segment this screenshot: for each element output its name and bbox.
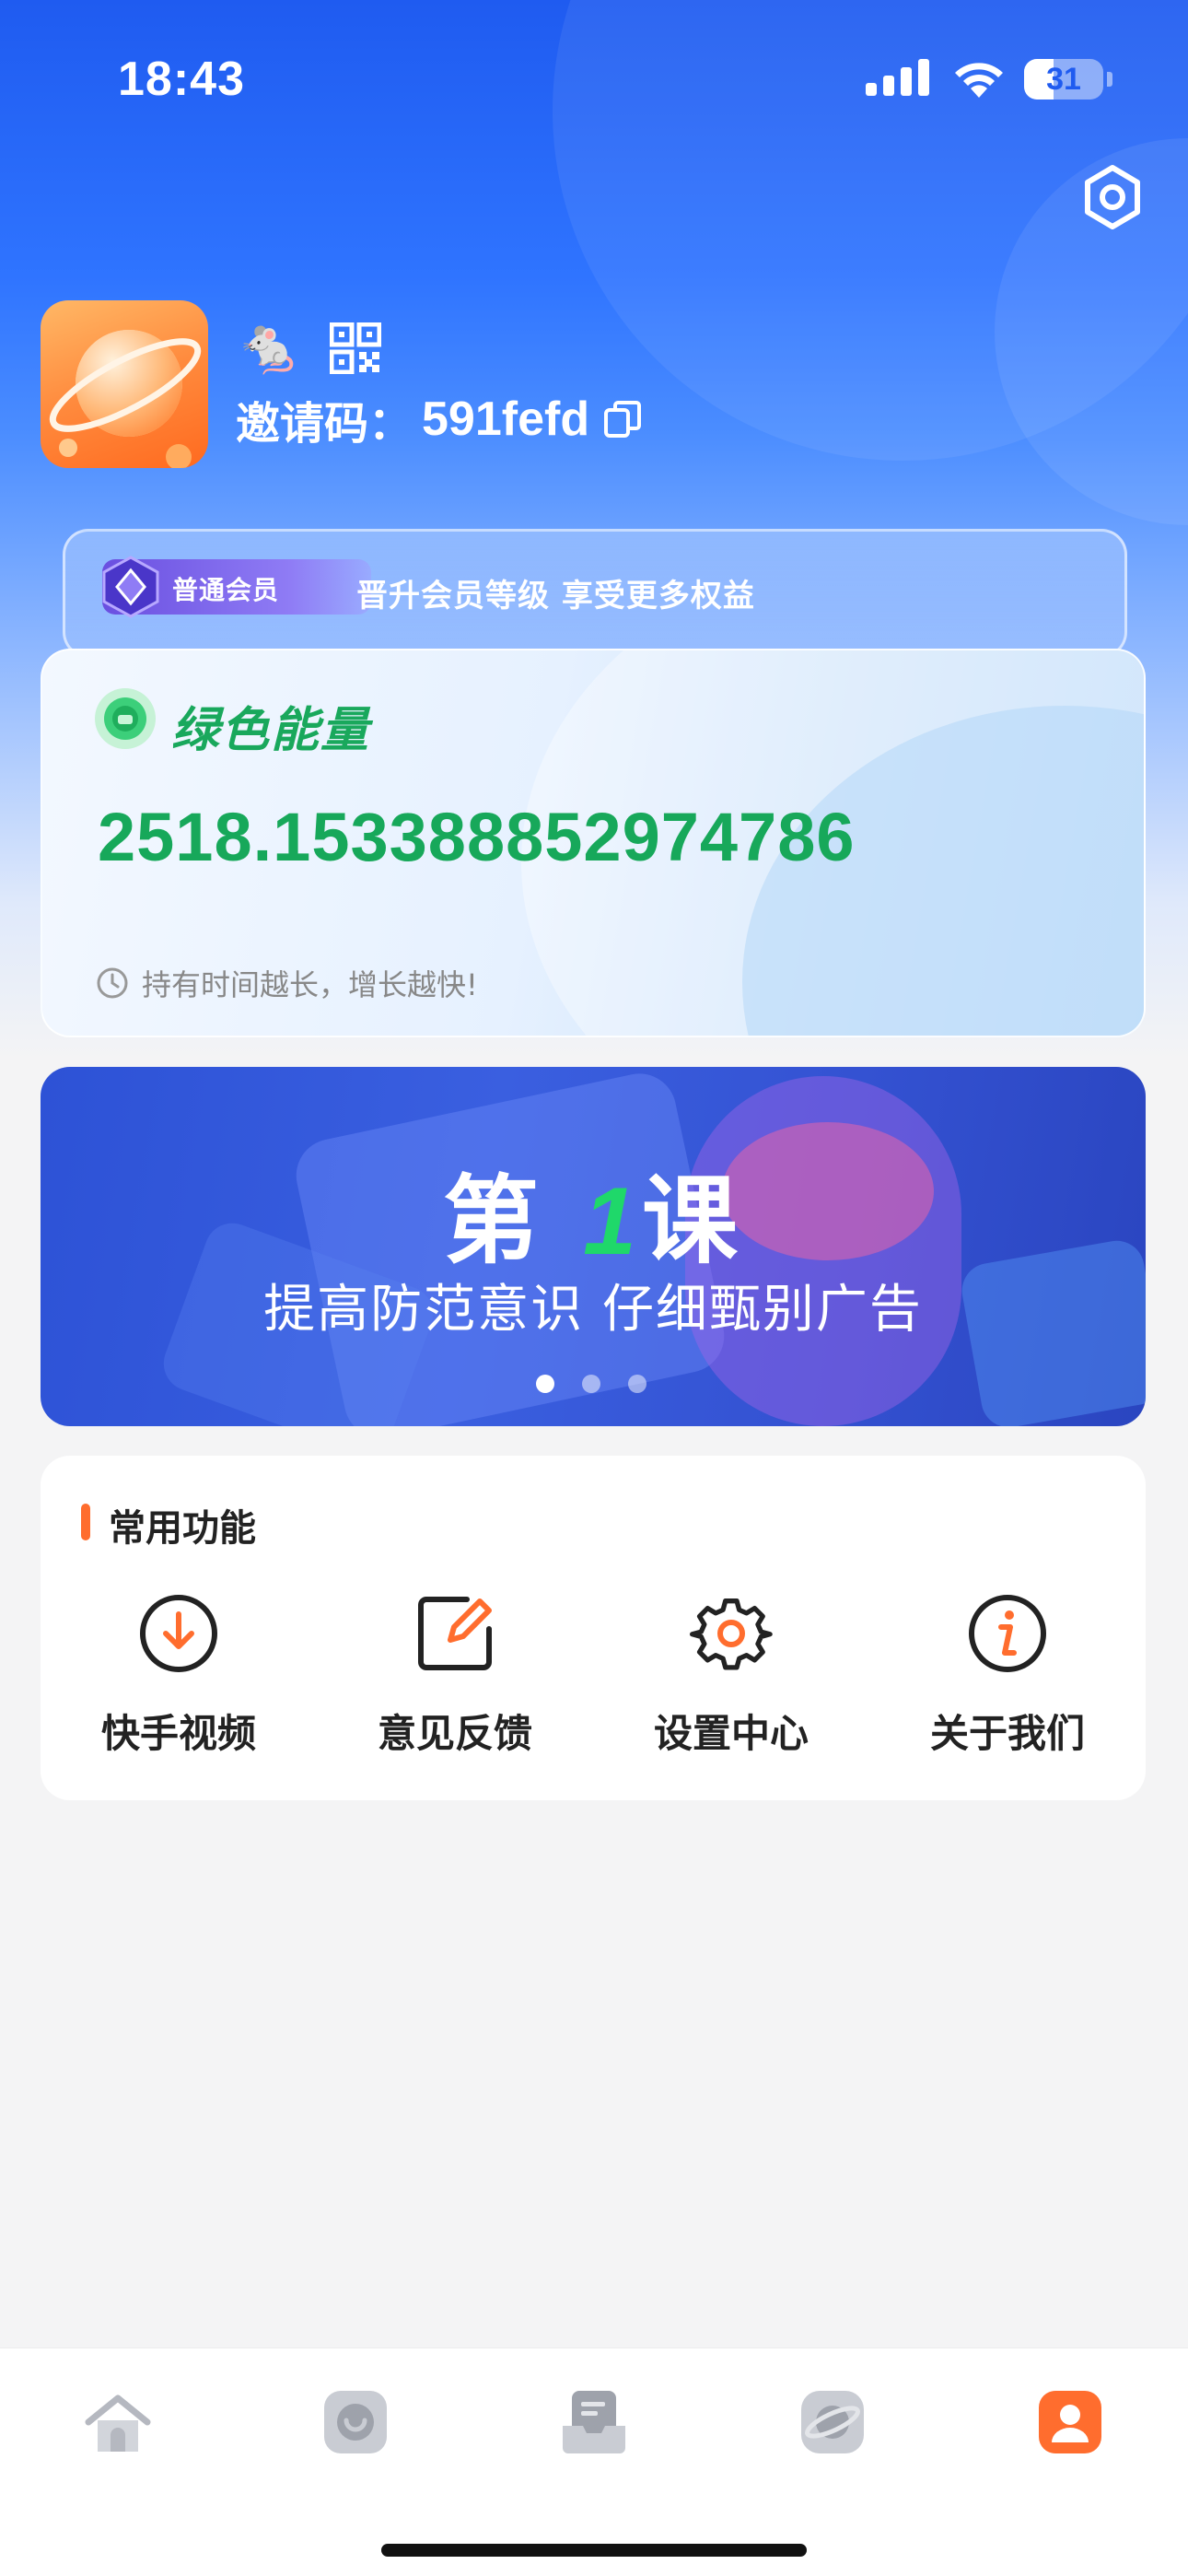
energy-value: 2518.153388852974786	[98, 799, 856, 875]
home-icon[interactable]	[81, 2385, 155, 2459]
banner-title-number: 1	[583, 1168, 643, 1275]
home-indicator	[381, 2544, 807, 2557]
energy-hint-text: 持有时间越长，增长越快!	[142, 967, 478, 1002]
bottom-tab-bar	[0, 2348, 1188, 2576]
info-icon	[969, 1595, 1046, 1672]
energy-coin-icon	[95, 688, 156, 749]
download-circle-icon	[140, 1595, 217, 1672]
banner-title-suffix: 课	[642, 1165, 744, 1277]
energy-card: 绿色能量 2518.153388852974786 持有时间越长，增长越快!	[41, 649, 1146, 1037]
qr-code-icon[interactable]	[330, 322, 381, 374]
section-accent	[81, 1504, 90, 1540]
function-label: 设置中心	[653, 1711, 809, 1756]
settings-icon[interactable]	[1077, 162, 1147, 232]
function-label: 快手视频	[100, 1711, 256, 1756]
energy-title: 绿色能量	[171, 703, 371, 758]
copy-icon[interactable]	[602, 399, 643, 439]
invite-label: 邀请码：	[236, 398, 413, 450]
status-time: 18:43	[118, 53, 245, 106]
banner-dot[interactable]	[536, 1375, 554, 1393]
function-label: 关于我们	[929, 1711, 1085, 1756]
function-feedback[interactable]: 意见反馈	[317, 1592, 593, 1776]
member-badge: 普通会员	[102, 556, 371, 618]
battery-tip	[1107, 72, 1112, 87]
planet-avatar-icon	[49, 330, 202, 468]
member-tip: 晋升会员等级 享受更多权益	[356, 578, 755, 615]
avatar[interactable]	[41, 300, 208, 468]
energy-hint: 持有时间越长，增长越快!	[96, 962, 478, 1004]
function-about-us[interactable]: 关于我们	[869, 1592, 1146, 1776]
invite-code: 591fefd	[422, 392, 590, 446]
smile-icon[interactable]	[319, 2385, 392, 2459]
section-title: 常用功能	[109, 1507, 256, 1550]
wifi-icon	[955, 63, 1003, 98]
banner-dot[interactable]	[628, 1375, 646, 1393]
function-label: 意见反馈	[377, 1711, 532, 1756]
nickname-mouse-icon: 🐁	[236, 314, 303, 377]
edit-icon	[418, 1597, 492, 1670]
banner-dot[interactable]	[582, 1375, 600, 1393]
gear-icon	[690, 1598, 773, 1670]
banner-subtitle: 提高防范意识 仔细甄别广告	[263, 1280, 923, 1340]
banner-title: 第 1课	[41, 1142, 1146, 1282]
member-badge-label: 普通会员	[172, 575, 280, 605]
function-settings[interactable]: 设置中心	[593, 1592, 869, 1776]
diamond-icon	[102, 556, 159, 618]
planet-icon[interactable]	[796, 2385, 869, 2459]
cellular-signal-icon	[866, 57, 932, 100]
battery-icon: 31	[1024, 59, 1103, 100]
invite-code-row: 邀请码： 591fefd	[236, 387, 643, 451]
function-kuaishou-video[interactable]: 快手视频	[41, 1592, 317, 1776]
clock-icon	[97, 967, 128, 999]
battery-level: 31	[1046, 62, 1081, 97]
member-level-bar[interactable]: 普通会员 晋升会员等级 享受更多权益	[63, 529, 1127, 658]
banner-pagination	[536, 1375, 646, 1393]
profile-icon[interactable]	[1033, 2385, 1107, 2459]
common-functions-card: 常用功能 快手视频 意见反馈 设置中心 关于我们	[41, 1456, 1146, 1800]
banner-title-prefix: 第	[442, 1165, 584, 1277]
inbox-icon[interactable]	[557, 2385, 631, 2459]
lesson-banner[interactable]: 第 1课 提高防范意识 仔细甄别广告	[41, 1067, 1146, 1426]
